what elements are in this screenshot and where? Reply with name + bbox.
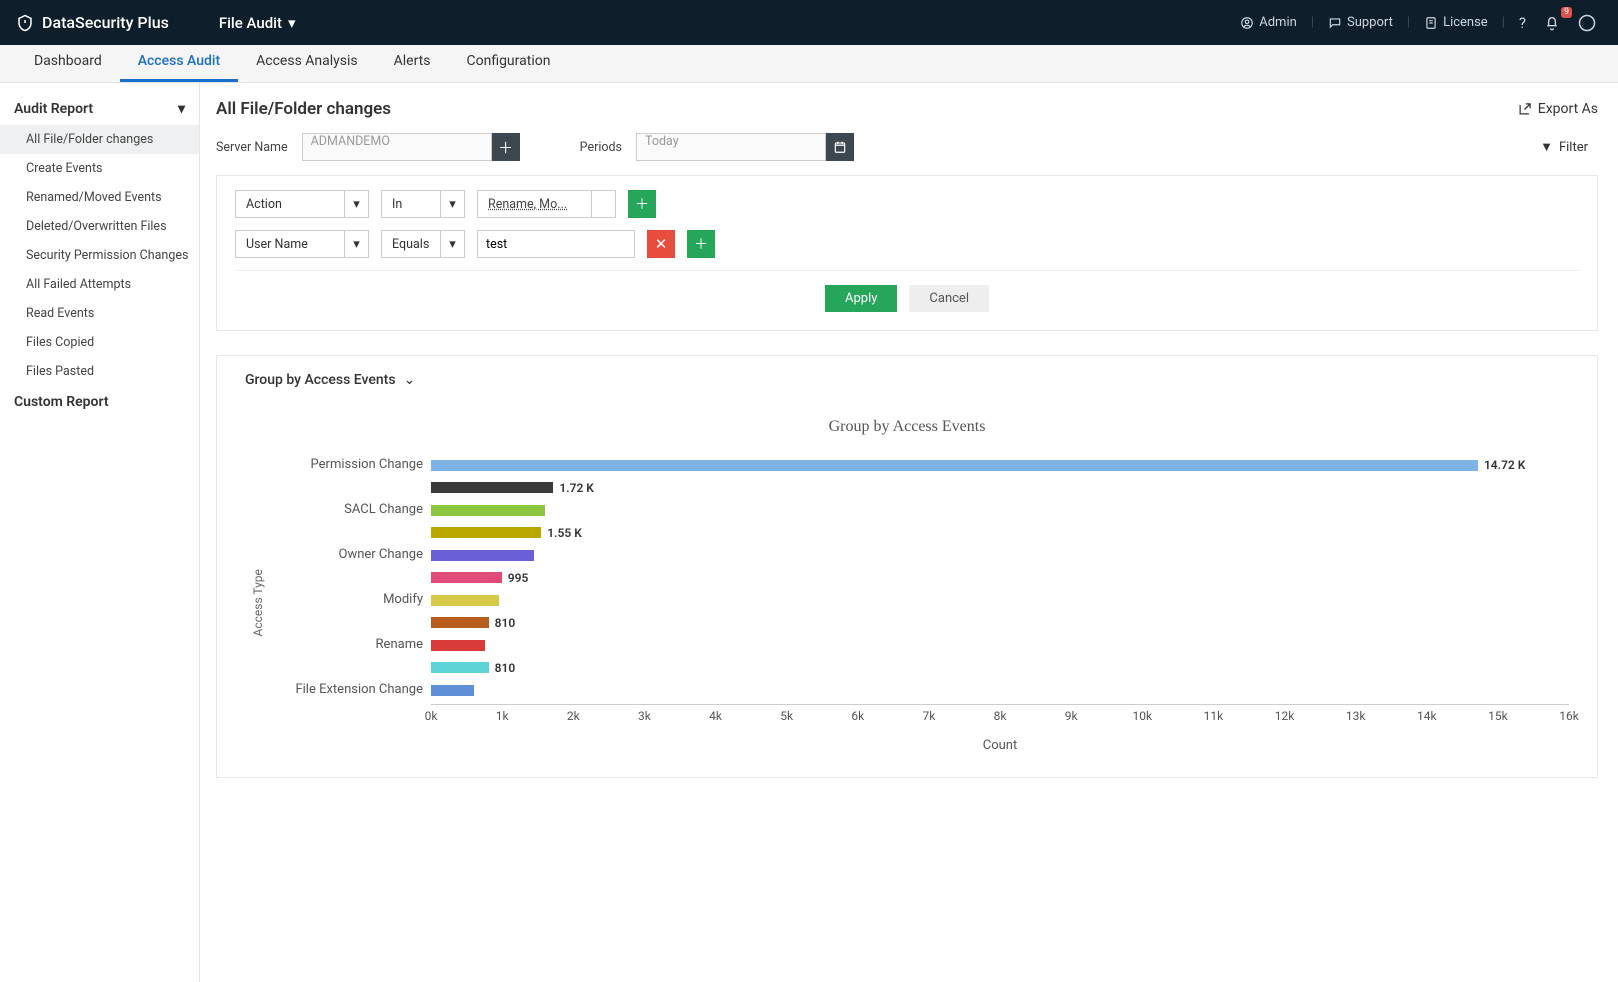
sidebar-item[interactable]: Files Copied: [0, 328, 199, 357]
chevron-down-icon[interactable]: ▾: [345, 190, 369, 218]
filter-field-select[interactable]: Action ▾: [235, 190, 369, 218]
sidebar-section-label: Custom Report: [14, 394, 109, 410]
filter-icon: ▼: [1540, 139, 1553, 155]
sidebar-item[interactable]: Deleted/Overwritten Files: [0, 212, 199, 241]
export-icon: [1517, 102, 1532, 117]
caret-down-icon: ▾: [178, 101, 185, 117]
notif-badge: 9: [1561, 7, 1572, 18]
server-name-select[interactable]: ADMANDEMO: [302, 133, 492, 161]
chat-icon: [1328, 16, 1342, 30]
profile-button[interactable]: [1572, 10, 1602, 36]
admin-link[interactable]: Admin: [1234, 11, 1303, 34]
tab-dashboard[interactable]: Dashboard: [16, 43, 120, 82]
filter-value: Rename, Mo...: [477, 190, 592, 218]
filter-field-value: Action: [235, 190, 345, 218]
chart-bars: 14.72 K1.72 K1.55 K995810810: [431, 454, 1569, 702]
chevron-down-icon[interactable]: ▾: [441, 230, 465, 258]
filter-toggle[interactable]: ▼ Filter: [1530, 134, 1598, 160]
sidebar-section-label: Audit Report: [14, 101, 93, 117]
filter-op-value: Equals: [381, 230, 441, 258]
separator: |: [1311, 15, 1314, 30]
apply-button[interactable]: Apply: [825, 285, 897, 312]
tab-access-audit[interactable]: Access Audit: [120, 43, 238, 82]
chevron-down-icon[interactable]: ▾: [441, 190, 465, 218]
separator: |: [1502, 15, 1505, 30]
filter-field-value: User Name: [235, 230, 345, 258]
groupby-label: Group by Access Events: [245, 372, 396, 388]
chart-panel: Group by Access Events ⌄ Group by Access…: [216, 355, 1598, 778]
export-label: Export As: [1538, 101, 1598, 117]
help-icon: ?: [1519, 14, 1526, 32]
chart-title: Group by Access Events: [245, 418, 1569, 436]
chevron-down-icon[interactable]: ▾: [345, 230, 369, 258]
filter-op-select[interactable]: In ▾: [381, 190, 465, 218]
module-dropdown[interactable]: File Audit ▾: [219, 14, 296, 32]
sidebar-section-audit-report[interactable]: Audit Report ▾: [0, 93, 199, 125]
sidebar-item[interactable]: Create Events: [0, 154, 199, 183]
notifications-button[interactable]: 9: [1538, 11, 1566, 35]
sidebar-item[interactable]: All Failed Attempts: [0, 270, 199, 299]
brand-text: DataSecurity Plus: [42, 13, 169, 32]
add-server-button[interactable]: ＋: [492, 133, 520, 161]
sidebar-item[interactable]: Read Events: [0, 299, 199, 328]
support-link[interactable]: Support: [1322, 11, 1399, 34]
tab-configuration[interactable]: Configuration: [448, 43, 568, 82]
module-label: File Audit: [219, 14, 282, 32]
user-icon: [1578, 14, 1596, 32]
export-button[interactable]: Export As: [1517, 101, 1598, 117]
filter-field-select[interactable]: User Name ▾: [235, 230, 369, 258]
chevron-down-icon: ⌄: [404, 372, 416, 388]
main-tabs: DashboardAccess AuditAccess AnalysisAler…: [0, 45, 1618, 83]
filter-op-value: In: [381, 190, 441, 218]
sidebar-item[interactable]: All File/Folder changes: [0, 125, 199, 154]
server-name-label: Server Name: [216, 140, 288, 155]
chart-ylabel: Access Type: [245, 454, 271, 753]
admin-icon: [1240, 16, 1254, 30]
filter-label: Filter: [1559, 140, 1588, 155]
sidebar-section-custom-report[interactable]: Custom Report: [0, 386, 199, 418]
remove-filter-row-button[interactable]: ✕: [647, 230, 675, 258]
sidebar: Audit Report ▾ All File/Folder changesCr…: [0, 83, 200, 982]
tab-alerts[interactable]: Alerts: [376, 43, 449, 82]
license-link[interactable]: License: [1418, 11, 1494, 34]
add-filter-row-button[interactable]: ＋: [687, 230, 715, 258]
filter-value-select[interactable]: Rename, Mo... ＋: [477, 190, 616, 218]
sidebar-item[interactable]: Files Pasted: [0, 357, 199, 386]
add-filter-row-button[interactable]: ＋: [628, 190, 656, 218]
chart-categories: Permission ChangeSACL ChangeOwner Change…: [271, 454, 431, 702]
filter-panel: Action ▾ In ▾ Rename, Mo... ＋ ＋ User Nam…: [216, 175, 1598, 331]
tab-access-analysis[interactable]: Access Analysis: [238, 43, 376, 82]
chart-xlabel: Count: [431, 738, 1569, 753]
bell-icon: [1544, 15, 1560, 31]
support-text: Support: [1347, 15, 1393, 30]
calendar-icon: [833, 140, 847, 154]
groupby-dropdown[interactable]: Group by Access Events ⌄: [245, 372, 1569, 388]
filter-value-input[interactable]: [477, 230, 635, 258]
calendar-button[interactable]: [826, 133, 854, 161]
page-title: All File/Folder changes: [216, 99, 391, 119]
separator: |: [1407, 15, 1410, 30]
app-brand: DataSecurity Plus: [16, 13, 169, 32]
periods-select[interactable]: Today: [636, 133, 826, 161]
admin-text: Admin: [1259, 15, 1297, 30]
help-link[interactable]: ?: [1513, 10, 1532, 36]
add-value-button[interactable]: ＋: [592, 190, 616, 218]
license-text: License: [1443, 15, 1488, 30]
cancel-button[interactable]: Cancel: [909, 285, 989, 312]
sidebar-item[interactable]: Renamed/Moved Events: [0, 183, 199, 212]
license-icon: [1424, 16, 1438, 30]
sidebar-item[interactable]: Security Permission Changes: [0, 241, 199, 270]
filter-op-select[interactable]: Equals ▾: [381, 230, 465, 258]
chart-xaxis: 0k1k2k3k4k5k6k7k8k9k10k11k12k13k14k15k16…: [431, 705, 1569, 734]
shield-icon: [16, 14, 34, 32]
periods-label: Periods: [580, 140, 622, 155]
caret-down-icon: ▾: [288, 14, 296, 32]
